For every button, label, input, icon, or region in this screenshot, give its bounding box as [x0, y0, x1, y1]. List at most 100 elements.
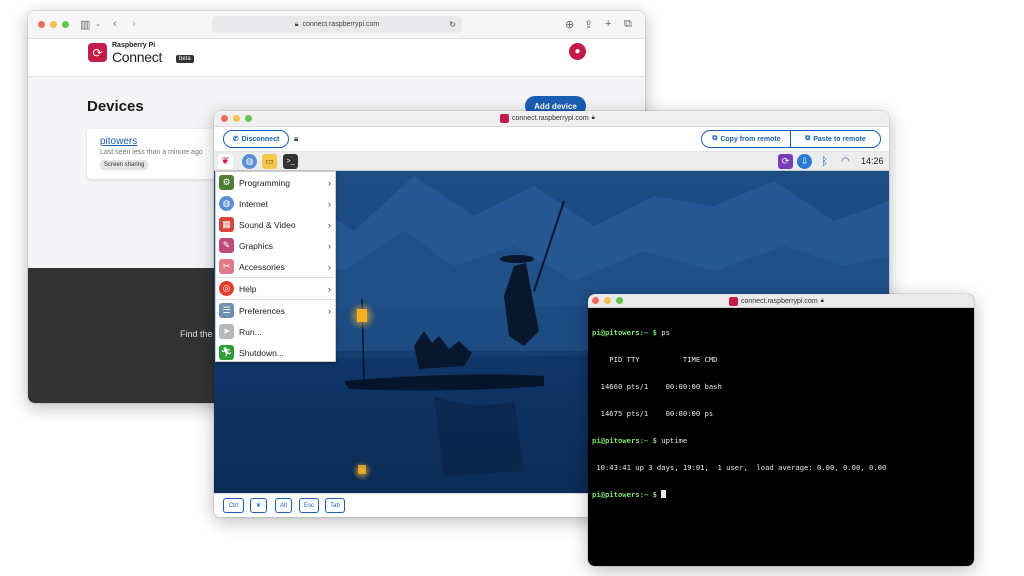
device-name-link[interactable]: pitowers [100, 136, 137, 147]
terminal-text: 14675 pts/1 00:00:00 ps [592, 409, 714, 418]
graphics-icon: ✎ [219, 238, 234, 253]
terminal-text: 10:43:41 up 3 days, 19:01, 1 user, load … [592, 463, 887, 472]
menu-item-help[interactable]: ◎ Help › [216, 278, 336, 299]
alt-key-button[interactable]: Alt [275, 498, 292, 513]
zoom-window-button[interactable] [62, 21, 69, 28]
submenu-arrow-icon: › [328, 240, 331, 251]
close-window-button[interactable] [221, 115, 228, 122]
esc-key-button[interactable]: Esc [299, 498, 319, 513]
shell-prompt: pi@pitowers:~ $ [592, 490, 662, 499]
back-icon[interactable]: ‹ [113, 18, 117, 30]
menu-item-sound-video[interactable]: ▦ Sound & Video › [216, 214, 336, 235]
connect-favicon-icon [500, 114, 509, 123]
secure-lock-icon: 🔒︎ [294, 134, 299, 143]
menu-item-label: Shutdown... [239, 347, 284, 358]
raspberry-pi-connect-logo[interactable]: ⟳ [88, 43, 107, 62]
file-manager-icon[interactable]: ▭ [262, 154, 277, 169]
application-menu: ⚙ Programming › ◍ Internet › ▦ Sound & V… [215, 171, 336, 362]
raspberry-menu-icon[interactable]: ❦ [218, 154, 233, 169]
menu-item-internet[interactable]: ◍ Internet › [216, 193, 336, 214]
minimize-window-button[interactable] [50, 21, 57, 28]
submenu-arrow-icon: › [328, 198, 331, 209]
menu-item-label: Accessories [239, 261, 285, 272]
menu-item-run[interactable]: ➤ Run... [216, 321, 336, 342]
brand-name: Connect [112, 49, 163, 65]
terminal-text: uptime [661, 436, 688, 445]
lock-icon: 🔒︎ [591, 115, 595, 121]
terminal-line: pi@pitowers:~ $ uptime [592, 436, 970, 445]
browser-globe-icon[interactable]: ◍ [242, 154, 257, 169]
disconnect-button[interactable]: ✆ Disconnect [223, 130, 289, 148]
window-controls [592, 297, 623, 304]
forward-icon[interactable]: › [132, 18, 136, 30]
menu-item-label: Preferences [239, 305, 285, 316]
lifebuoy-icon: ◎ [219, 281, 234, 296]
phone-hangup-icon: ✆ [232, 136, 239, 143]
paste-to-remote-label: Paste to remote [813, 135, 866, 143]
menu-item-preferences[interactable]: ☰ Preferences › [216, 300, 336, 321]
minimize-window-button[interactable] [604, 297, 611, 304]
terminal-titlebar: connect.raspberrypi.com 🔒︎ [588, 294, 974, 308]
address-text: connect.raspberrypi.com [302, 21, 380, 28]
terminal-line: pi@pitowers:~ $ ps [592, 328, 970, 337]
shutdown-icon: 🏃︎ [219, 345, 234, 360]
menu-item-label: Internet [239, 198, 268, 209]
run-icon: ➤ [219, 324, 234, 339]
chevron-down-icon[interactable]: ⌄ [95, 20, 101, 28]
copy-icon: ⧉ [712, 135, 718, 142]
terminal-icon[interactable]: >_ [283, 154, 298, 169]
raspberry-key-button[interactable]: ❦ [250, 498, 267, 513]
zoom-window-button[interactable] [616, 297, 623, 304]
pi-taskbar: ❦ ◍ ▭ >_ ⟳ ⇩ ᛒ ◠ 14:26 [214, 152, 889, 171]
tab-key-button[interactable]: Tab [325, 498, 345, 513]
lock-icon: 🔒︎ [820, 298, 824, 304]
accessories-icon: ✂ [219, 259, 234, 274]
account-avatar-icon[interactable]: ● [569, 43, 586, 60]
close-window-button[interactable] [38, 21, 45, 28]
tabs-overview-icon[interactable]: ⧉ [624, 18, 632, 31]
bluetooth-icon[interactable]: ᛒ [817, 154, 832, 169]
sidebar-icon[interactable]: ▥ [80, 18, 90, 31]
connect-status-icon[interactable]: ⟳ [778, 154, 793, 169]
terminal-output[interactable]: pi@pitowers:~ $ ps PID TTY TIME CMD 1466… [592, 310, 970, 517]
copy-from-remote-button[interactable]: ⧉ Copy from remote [701, 130, 792, 148]
remote-window-url: connect.raspberrypi.com [512, 115, 589, 122]
download-icon[interactable]: ⊕ [565, 18, 574, 31]
submenu-arrow-icon: › [328, 283, 331, 294]
submenu-arrow-icon: › [328, 219, 331, 230]
shell-prompt: pi@pitowers:~ $ [592, 436, 662, 445]
submenu-arrow-icon: › [328, 261, 331, 272]
copy-from-remote-label: Copy from remote [720, 135, 781, 143]
page-title: Devices [87, 98, 144, 115]
window-controls [38, 21, 69, 28]
close-window-button[interactable] [592, 297, 599, 304]
paste-to-remote-button[interactable]: ⧉ Paste to remote [790, 130, 881, 148]
updates-download-icon[interactable]: ⇩ [797, 154, 812, 169]
reload-icon[interactable]: ↻ [449, 20, 456, 29]
terminal-text: ps [661, 328, 670, 337]
menu-item-programming[interactable]: ⚙ Programming › [216, 172, 336, 193]
beta-badge: beta [176, 55, 194, 63]
terminal-line: PID TTY TIME CMD [592, 355, 970, 364]
sound-video-icon: ▦ [219, 217, 234, 232]
address-bar[interactable]: 🔒︎ connect.raspberrypi.com ↻ [212, 16, 462, 33]
terminal-text: PID TTY TIME CMD [592, 355, 718, 364]
minimize-window-button[interactable] [233, 115, 240, 122]
menu-item-shutdown[interactable]: 🏃︎ Shutdown... [216, 342, 336, 363]
footer-text: Find the [180, 329, 213, 339]
ctrl-key-button[interactable]: Ctrl [223, 498, 244, 513]
new-tab-icon[interactable]: + [605, 18, 611, 30]
connect-favicon-icon [729, 297, 738, 306]
zoom-window-button[interactable] [245, 115, 252, 122]
remote-toolbar: ✆ Disconnect 🔒︎ ⧉ Copy from remote ⧉ Pas… [214, 127, 889, 152]
shell-prompt: pi@pitowers:~ $ [592, 328, 662, 337]
brand-top: Raspberry Pi [112, 42, 156, 49]
wifi-icon[interactable]: ◠ [838, 154, 853, 169]
browser-toolbar: ▥ ⌄ ‹ › 🔒︎ connect.raspberrypi.com ↻ ⊕ ⇪… [28, 11, 645, 39]
menu-item-graphics[interactable]: ✎ Graphics › [216, 235, 336, 256]
menu-item-accessories[interactable]: ✂ Accessories › [216, 256, 336, 277]
paste-icon: ⧉ [805, 135, 811, 142]
disconnect-label: Disconnect [241, 135, 280, 143]
terminal-line: 14675 pts/1 00:00:00 ps [592, 409, 970, 418]
share-icon[interactable]: ⇪ [584, 18, 593, 31]
